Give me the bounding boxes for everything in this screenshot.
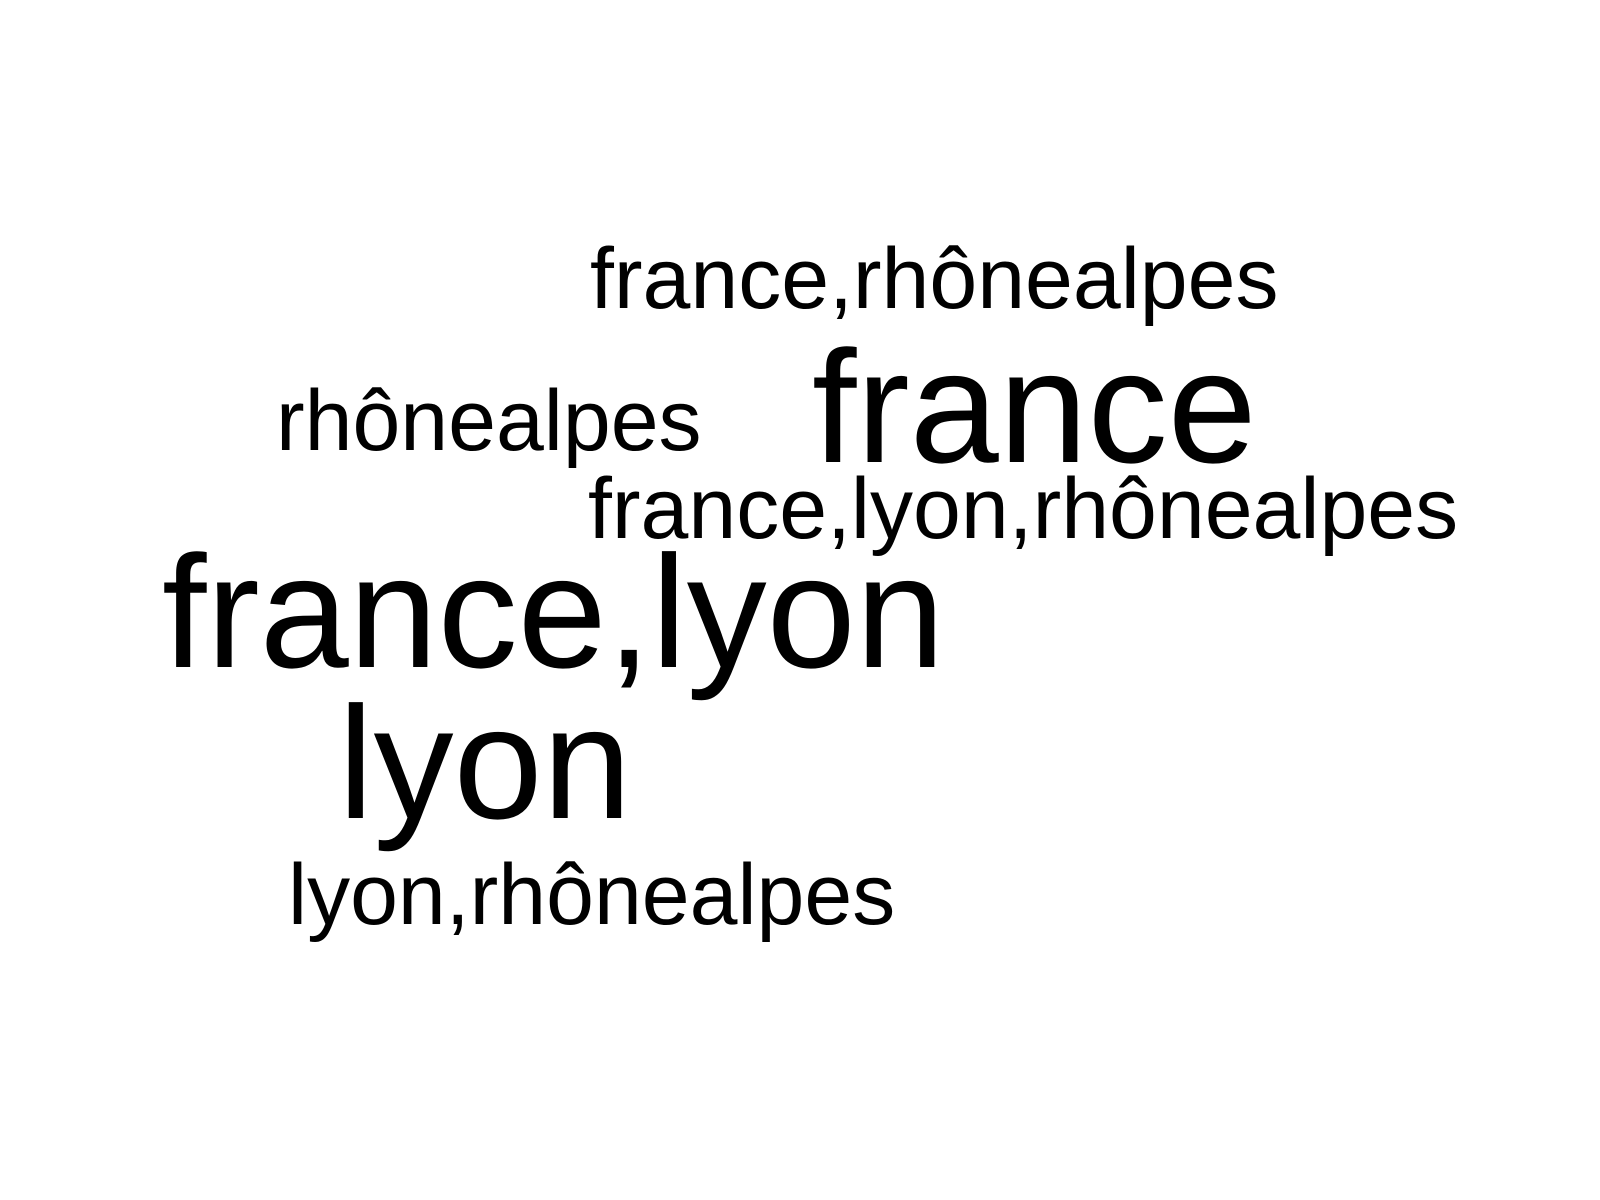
word-cloud: france,rhônealpes rhônealpes france fran… [0,0,1600,1200]
cloud-word: lyon [338,673,632,852]
cloud-word: rhônealpes [276,373,702,469]
cloud-word: france,rhônealpes [590,231,1279,327]
cloud-word: france,lyon [162,522,945,701]
cloud-word: lyon,rhônealpes [288,847,896,943]
